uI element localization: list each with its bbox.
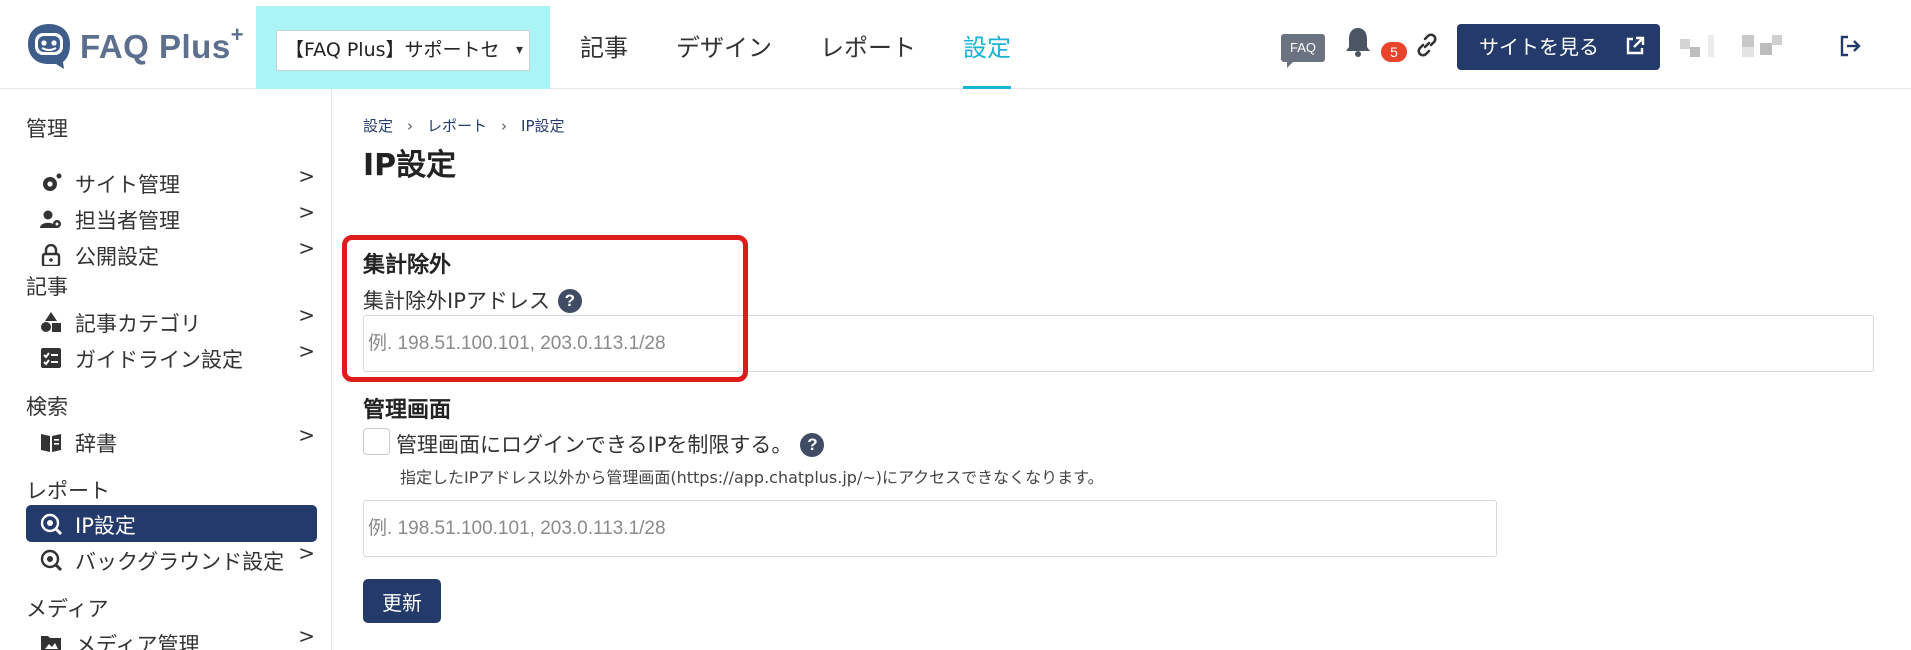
chevron-right-icon: > bbox=[298, 200, 315, 224]
ip-search-icon bbox=[40, 513, 62, 535]
exclusion-section-title: 集計除外 bbox=[363, 253, 452, 278]
view-site-button[interactable]: サイトを見る bbox=[1457, 24, 1660, 70]
breadcrumb-separator: › bbox=[407, 117, 414, 135]
update-button[interactable]: 更新 bbox=[363, 579, 441, 623]
faq-icon[interactable]: FAQ bbox=[1281, 34, 1325, 68]
lock-icon bbox=[41, 244, 61, 266]
tab-report[interactable]: レポート bbox=[820, 28, 916, 63]
exclusion-ip-input[interactable] bbox=[363, 315, 1874, 372]
restrict-ip-label: 管理画面にログインできるIPを制限する。? bbox=[396, 429, 825, 459]
admin-section-title: 管理画面 bbox=[363, 398, 452, 423]
sidebar-item-label: 辞書 bbox=[75, 432, 117, 456]
breadcrumb-settings[interactable]: 設定 bbox=[363, 117, 393, 135]
logo-mark-icon bbox=[28, 24, 70, 69]
link-icon[interactable] bbox=[1414, 32, 1440, 58]
chevron-right-icon: > bbox=[298, 423, 315, 447]
site-select[interactable]: 【FAQ Plus】サポートセ ▾ bbox=[276, 30, 530, 71]
chevron-right-icon: > bbox=[298, 541, 315, 565]
shapes-icon bbox=[41, 312, 61, 332]
checklist-icon bbox=[41, 348, 61, 368]
external-link-icon bbox=[1626, 36, 1645, 55]
sidebar-item-label: 公開設定 bbox=[75, 245, 159, 269]
sidebar-item-site-management[interactable]: サイト管理 > bbox=[26, 164, 317, 201]
notification-badge: 5 bbox=[1381, 42, 1407, 62]
help-icon[interactable]: ? bbox=[557, 289, 582, 313]
site-select-value: 【FAQ Plus】サポートセ bbox=[285, 39, 500, 61]
sidebar-item-label: 記事カテゴリ bbox=[75, 312, 201, 336]
gear-icon bbox=[43, 173, 62, 191]
tab-settings[interactable]: 設定 bbox=[963, 28, 1011, 63]
chevron-down-icon: ▾ bbox=[515, 42, 523, 58]
sidebar-group-admin: 管理 bbox=[26, 117, 68, 141]
breadcrumb-ip-settings[interactable]: IP設定 bbox=[521, 117, 564, 135]
sidebar-item-label: IP設定 bbox=[75, 514, 136, 538]
sidebar-item-dictionary[interactable]: 辞書 > bbox=[26, 423, 317, 460]
sidebar-group-media: メディア bbox=[26, 597, 109, 621]
sidebar-item-guideline-settings[interactable]: ガイドライン設定 > bbox=[26, 339, 317, 376]
breadcrumb: 設定 › レポート › IP設定 bbox=[363, 115, 565, 136]
user-gear-icon bbox=[40, 210, 61, 228]
tab-articles[interactable]: 記事 bbox=[580, 28, 628, 63]
logo[interactable]: FAQ Plus+ bbox=[26, 22, 244, 70]
sidebar-item-ip-settings[interactable]: IP設定 bbox=[26, 505, 317, 542]
exclusion-ip-label-text: 集計除外IPアドレス bbox=[363, 289, 550, 313]
sidebar-group-search: 検索 bbox=[26, 395, 68, 419]
active-tab-indicator bbox=[963, 86, 1011, 89]
tab-design[interactable]: デザイン bbox=[676, 28, 772, 63]
media-folder-icon bbox=[41, 636, 61, 650]
user-avatar[interactable] bbox=[1680, 33, 1790, 59]
sidebar-item-label: ガイドライン設定 bbox=[75, 348, 243, 372]
sidebar-item-label: メディア管理 bbox=[75, 633, 200, 650]
restrict-ip-note: 指定したIPアドレス以外から管理画面(https://app.chatplus.… bbox=[400, 468, 1104, 487]
sidebar-item-label: 担当者管理 bbox=[75, 209, 180, 233]
logo-text: FAQ Plus+ bbox=[80, 22, 245, 65]
top-header: FAQ Plus+ 【FAQ Plus】サポートセ ▾ 記事 デザイン レポート… bbox=[0, 0, 1911, 89]
breadcrumb-separator: › bbox=[501, 117, 508, 135]
sidebar-item-media-management[interactable]: メディア管理 > bbox=[26, 624, 317, 650]
admin-ip-input[interactable] bbox=[363, 500, 1497, 557]
chevron-right-icon: > bbox=[298, 624, 315, 648]
site-select-area: 【FAQ Plus】サポートセ ▾ bbox=[256, 6, 550, 89]
sidebar: 管理 サイト管理 > 担当者管理 > 公開設定 > 記事 記事カテゴリ > ガイ… bbox=[0, 89, 332, 650]
help-icon[interactable]: ? bbox=[800, 433, 825, 457]
page-title: IP設定 bbox=[363, 148, 457, 183]
chevron-right-icon: > bbox=[298, 164, 315, 188]
view-site-label: サイトを見る bbox=[1479, 35, 1599, 59]
bell-icon[interactable] bbox=[1344, 26, 1372, 58]
sidebar-item-background-settings[interactable]: バックグラウンド設定 > bbox=[26, 541, 317, 578]
chevron-right-icon: > bbox=[298, 303, 315, 327]
exclusion-ip-label: 集計除外IPアドレス? bbox=[363, 285, 582, 315]
sidebar-item-staff-management[interactable]: 担当者管理 > bbox=[26, 200, 317, 237]
sidebar-item-label: バックグラウンド設定 bbox=[75, 550, 285, 574]
chevron-right-icon: > bbox=[298, 339, 315, 363]
background-search-icon bbox=[40, 549, 62, 571]
sidebar-group-report: レポート bbox=[26, 479, 110, 503]
sidebar-item-article-category[interactable]: 記事カテゴリ > bbox=[26, 303, 317, 340]
chevron-right-icon: > bbox=[298, 236, 315, 260]
restrict-ip-label-text: 管理画面にログインできるIPを制限する。 bbox=[396, 433, 793, 457]
sidebar-item-label: サイト管理 bbox=[75, 173, 180, 197]
logout-icon[interactable] bbox=[1838, 34, 1862, 58]
breadcrumb-report[interactable]: レポート bbox=[427, 117, 487, 135]
book-icon bbox=[41, 434, 61, 452]
restrict-ip-checkbox[interactable] bbox=[363, 428, 390, 455]
sidebar-item-publish-settings[interactable]: 公開設定 > bbox=[26, 236, 317, 273]
sidebar-group-article: 記事 bbox=[26, 275, 68, 299]
